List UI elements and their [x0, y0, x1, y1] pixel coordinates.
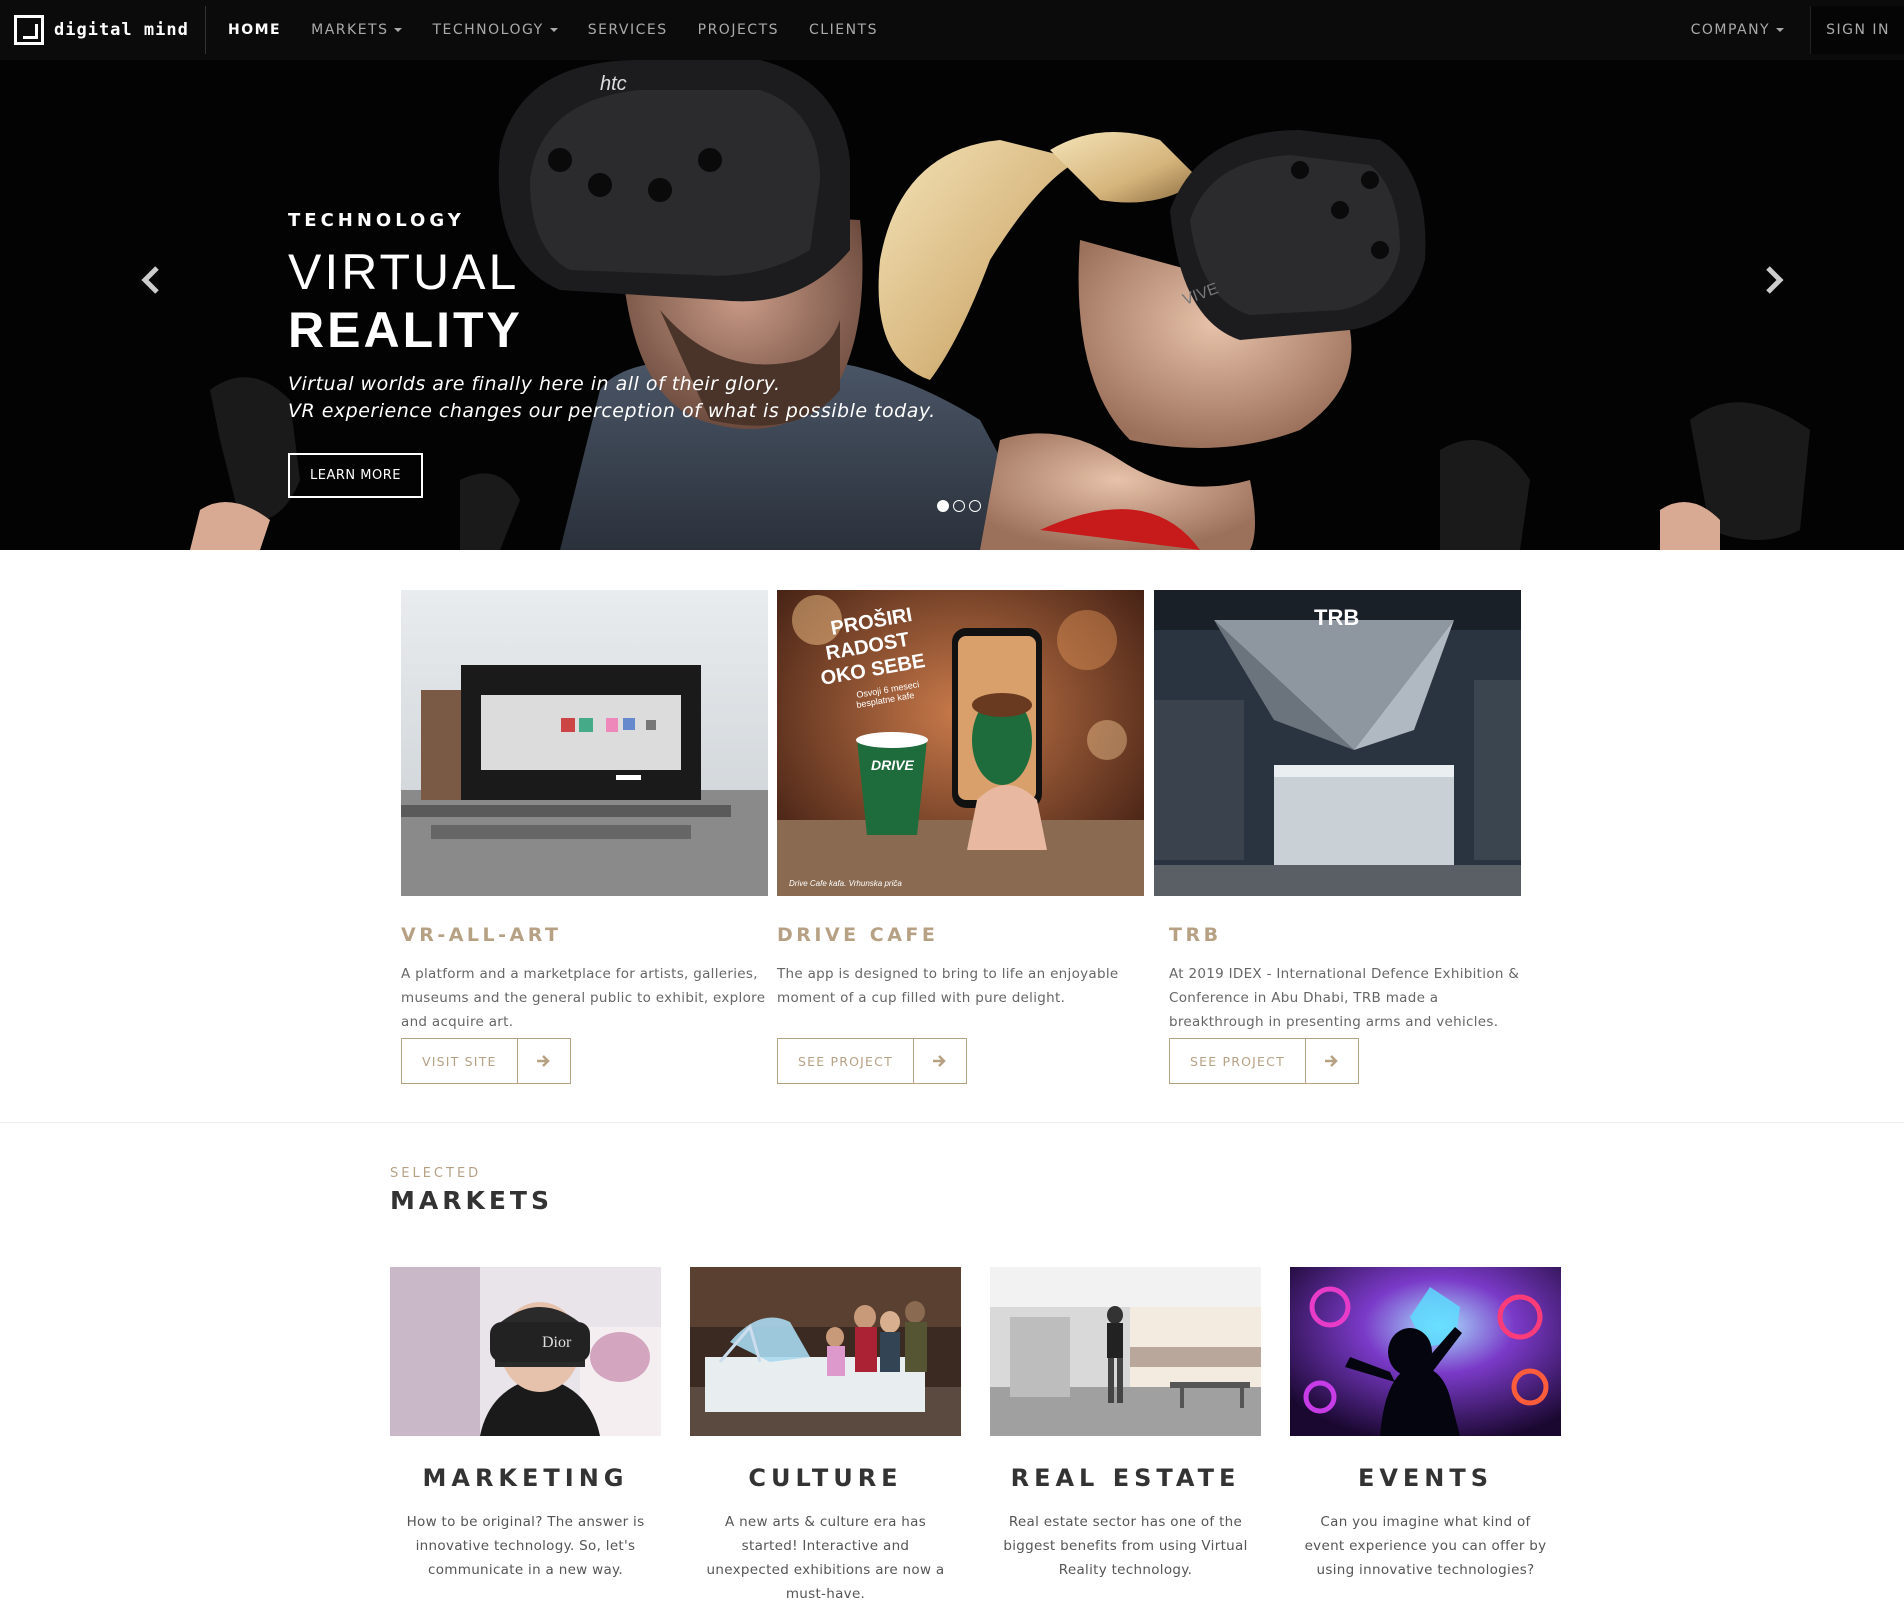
hero-carousel: htc VIVE TECHNOLOGY VIRTUAL REALITY Virt… — [0, 60, 1904, 550]
button-label: SEE PROJECT — [1170, 1039, 1306, 1083]
market-card-real-estate[interactable]: REAL ESTATE Real estate sector has one o… — [990, 1267, 1261, 1582]
markets-eyebrow: SELECTED — [390, 1166, 482, 1181]
caret-down-icon — [549, 28, 558, 32]
hero-text-line: VR experience changes our perception of … — [288, 400, 936, 422]
logo-text: digital mind — [54, 20, 189, 40]
market-image: Dior — [390, 1267, 661, 1436]
hero-text: Virtual worlds are finally here in all o… — [288, 371, 936, 425]
svg-text:DRIVE: DRIVE — [871, 757, 914, 773]
market-description: How to be original? The answer is innova… — [406, 1514, 645, 1578]
see-project-button[interactable]: SEE PROJECT — [777, 1038, 967, 1084]
market-title: EVENTS — [1357, 1464, 1494, 1492]
carousel-dot[interactable] — [953, 500, 965, 512]
market-image — [1290, 1267, 1561, 1436]
hero-title-bold: REALITY — [288, 302, 523, 358]
carousel-dot[interactable] — [969, 500, 981, 512]
svg-text:htc: htc — [600, 73, 627, 95]
image-footer-text: Drive Cafe kafa. Vrhunska priča — [789, 879, 902, 888]
market-image — [690, 1267, 961, 1436]
visit-site-button[interactable]: VISIT SITE — [401, 1038, 571, 1084]
logo[interactable]: digital mind — [14, 14, 189, 46]
chevron-left-icon — [141, 266, 159, 294]
nav-item-label: TECHNOLOGY — [432, 22, 544, 38]
nav-item-services[interactable]: SERVICES — [588, 22, 668, 38]
chevron-right-icon — [1766, 266, 1784, 294]
project-image[interactable]: PROŠIRI RADOST OKO SEBE Osvoji 6 meseci … — [777, 590, 1144, 896]
project-description: At 2019 IDEX - International Defence Exh… — [1169, 966, 1520, 1030]
market-title: REAL ESTATE — [1010, 1464, 1241, 1492]
hero-title-light: VIRTUAL — [288, 244, 520, 300]
see-project-button[interactable]: SEE PROJECT — [1169, 1038, 1359, 1084]
market-image — [990, 1267, 1261, 1436]
market-title: MARKETING — [422, 1464, 629, 1492]
learn-more-button[interactable]: LEARN MORE — [288, 453, 423, 498]
nav-right: COMPANY SIGN IN — [1691, 0, 1904, 60]
carousel-dot[interactable] — [937, 500, 949, 512]
nav-item-technology[interactable]: TECHNOLOGY — [432, 22, 558, 38]
nav-divider — [205, 6, 206, 54]
nav-item-label: CLIENTS — [809, 22, 878, 38]
market-description: A new arts & culture era has started! In… — [706, 1514, 945, 1602]
arrow-right-icon — [518, 1039, 570, 1083]
logo-mark-icon — [14, 15, 44, 45]
nav-item-label: HOME — [228, 22, 282, 38]
hero-eyebrow: TECHNOLOGY — [288, 210, 465, 231]
hero-image: htc VIVE — [0, 60, 1904, 550]
arrow-right-icon — [914, 1039, 966, 1083]
caret-down-icon — [394, 28, 403, 32]
project-description: A platform and a marketplace for artists… — [401, 966, 766, 1030]
nav-item-markets[interactable]: MARKETS — [311, 22, 403, 38]
main-nav: HOME MARKETS TECHNOLOGY SERVICES PROJECT… — [228, 0, 908, 60]
nav-item-clients[interactable]: CLIENTS — [809, 22, 878, 38]
carousel-indicators — [937, 500, 981, 512]
nav-item-home[interactable]: HOME — [228, 22, 281, 38]
nav-item-label: PROJECTS — [697, 22, 780, 38]
market-card-marketing[interactable]: Dior MARKETING How to be original? The a… — [390, 1267, 661, 1582]
carousel-next-button[interactable] — [1760, 260, 1788, 300]
project-title: VR-ALL-ART — [401, 924, 562, 946]
market-title: CULTURE — [748, 1464, 903, 1492]
top-navbar: digital mind HOME MARKETS TECHNOLOGY SER… — [0, 0, 1904, 60]
sign-in-button[interactable]: SIGN IN — [1810, 6, 1904, 54]
project-card-drive-cafe: PROŠIRI RADOST OKO SEBE Osvoji 6 meseci … — [777, 590, 1144, 1084]
caret-down-icon — [1776, 28, 1785, 32]
nav-item-projects[interactable]: PROJECTS — [698, 22, 779, 38]
project-title: TRB — [1169, 924, 1222, 946]
nav-item-label: MARKETS — [311, 22, 389, 38]
project-card-trb: TRB TRB At 2019 IDEX - International Def… — [1154, 590, 1521, 1084]
hero-text-line: Virtual worlds are finally here in all o… — [288, 373, 781, 395]
carousel-prev-button[interactable] — [137, 260, 165, 300]
arrow-right-icon — [1306, 1039, 1358, 1083]
project-description: The app is designed to bring to life an … — [777, 966, 1119, 1006]
project-title: DRIVE CAFE — [777, 924, 939, 946]
button-label: SEE PROJECT — [778, 1039, 914, 1083]
nav-item-company[interactable]: COMPANY — [1691, 22, 1785, 38]
section-divider — [0, 1122, 1904, 1123]
market-card-culture[interactable]: CULTURE A new arts & culture era has sta… — [690, 1267, 961, 1606]
market-card-events[interactable]: EVENTS Can you imagine what kind of even… — [1290, 1267, 1561, 1582]
hero-caption: TECHNOLOGY VIRTUAL REALITY Virtual world… — [288, 210, 936, 498]
markets-title: MARKETS — [390, 1186, 553, 1215]
market-description: Can you imagine what kind of event exper… — [1304, 1514, 1547, 1578]
nav-item-label: SERVICES — [587, 22, 668, 38]
image-brand-text: Dior — [542, 1334, 572, 1351]
image-logo-text: TRB — [1314, 605, 1359, 630]
project-image[interactable]: TRB — [1154, 590, 1521, 896]
project-card-vr-all-art: VR-ALL-ART A platform and a marketplace … — [401, 590, 768, 1084]
button-label: VISIT SITE — [402, 1039, 518, 1083]
nav-item-label: COMPANY — [1690, 22, 1771, 38]
market-description: Real estate sector has one of the bigges… — [1003, 1514, 1248, 1578]
project-image[interactable] — [401, 590, 768, 896]
